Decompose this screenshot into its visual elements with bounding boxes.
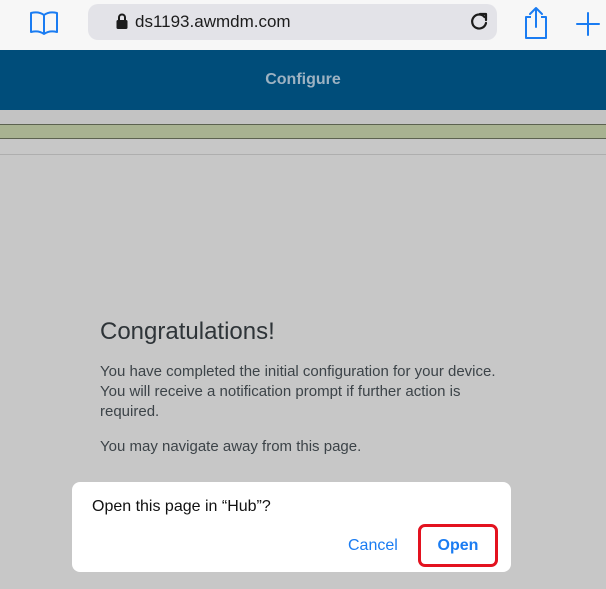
- page-header: Configure: [0, 50, 606, 110]
- open-button[interactable]: Open: [421, 527, 495, 564]
- book-icon: [30, 11, 58, 35]
- header-strip: [0, 110, 606, 124]
- browser-toolbar: ds1193.awmdm.com: [0, 0, 606, 50]
- open-in-app-dialog: Open this page in “Hub”? Cancel Open: [72, 482, 511, 572]
- share-button[interactable]: [522, 6, 550, 40]
- navigate-away-message: You may navigate away from this page.: [100, 438, 362, 455]
- share-icon: [525, 7, 547, 39]
- plus-icon: [576, 12, 600, 36]
- progress-bar: [0, 124, 606, 139]
- reload-icon: [471, 12, 488, 30]
- page-title: Configure: [265, 71, 341, 88]
- bookmarks-button[interactable]: [28, 8, 60, 38]
- lock-icon: [116, 13, 128, 29]
- open-button-highlight: Open: [418, 524, 498, 567]
- new-tab-button[interactable]: [574, 10, 602, 38]
- reload-button[interactable]: [469, 11, 489, 33]
- cancel-button[interactable]: Cancel: [348, 535, 398, 557]
- divider: [0, 154, 606, 155]
- dialog-message: Open this page in “Hub”?: [92, 498, 271, 515]
- congratulations-heading: Congratulations!: [100, 318, 275, 345]
- url-text: ds1193.awmdm.com: [135, 12, 291, 31]
- configuration-message: You have completed the initial configura…: [100, 363, 496, 420]
